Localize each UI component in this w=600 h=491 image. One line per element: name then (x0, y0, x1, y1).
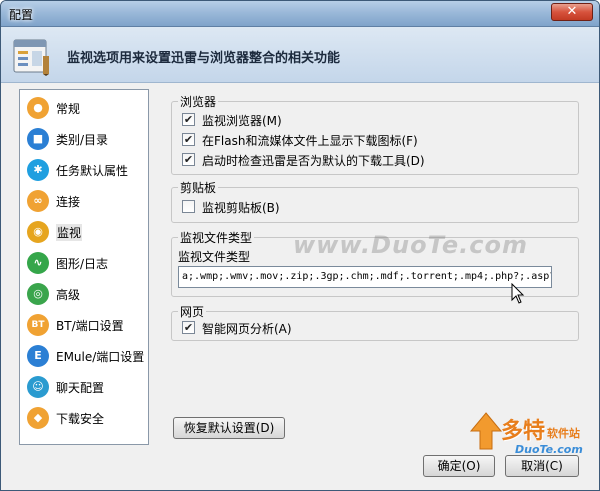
sidebar-item-download-security[interactable]: ◆ 下载安全 (24, 404, 146, 432)
title-bar[interactable]: 配置 ✕ (1, 1, 599, 27)
default-tool-check-checkbox[interactable]: ✔ (182, 153, 195, 166)
flash-download-icon-checkbox[interactable]: ✔ (182, 133, 195, 146)
webpage-group: 网页 ✔ 智能网页分析(A) (171, 303, 579, 341)
logo-url: DuoTe.com (515, 443, 583, 456)
option-label: 监视浏览器(M) (202, 114, 282, 128)
clipboard-group: 剪贴板 监视剪贴板(B) (171, 179, 579, 223)
sidebar-item-label: 任务默认属性 (56, 164, 129, 178)
logo-site: 软件站 (547, 427, 580, 440)
option-label: 智能网页分析(A) (202, 322, 292, 336)
filetype-field-label: 监视文件类型 (178, 250, 251, 264)
emule-icon: E (27, 345, 49, 367)
filetype-input[interactable]: a;.wmp;.wmv;.mov;.zip;.3gp;.chm;.mdf;.to… (178, 266, 552, 288)
option-label: 监视剪贴板(B) (202, 201, 280, 215)
chart-icon: ∿ (27, 252, 49, 274)
window-title: 配置 (9, 8, 34, 22)
sidebar-item-category[interactable]: ■ 类别/目录 (24, 125, 146, 153)
smart-page-analysis-checkbox[interactable]: ✔ (182, 321, 195, 334)
sidebar-item-label: 常规 (56, 102, 81, 116)
sidebar-item-general[interactable]: ● 常规 (24, 94, 146, 122)
sidebar-item-label: 下载安全 (56, 412, 105, 426)
person-icon: ● (27, 97, 49, 119)
mouse-cursor-icon (511, 283, 525, 304)
sidebar-item-graph-log[interactable]: ∿ 图形/日志 (24, 249, 146, 277)
browser-group: 浏览器 ✔ 监视浏览器(M) ✔ 在Flash和流媒体文件上显示下载图标(F) … (171, 93, 579, 175)
sidebar-item-label: EMule/端口设置 (56, 350, 145, 364)
header-description: 监视选项用来设置迅雷与浏览器整合的相关功能 (67, 51, 341, 66)
group-title: 浏览器 (178, 93, 219, 110)
logo-arrow-icon (469, 412, 503, 450)
option-label: 在Flash和流媒体文件上显示下载图标(F) (202, 134, 418, 148)
sidebar-item-bt-port[interactable]: BT BT/端口设置 (24, 311, 146, 339)
advanced-icon: ◎ (27, 283, 49, 305)
monitor-icon: ◉ (27, 221, 49, 243)
sidebar-item-emule-port[interactable]: E EMule/端口设置 (24, 342, 146, 370)
group-title: 网页 (178, 303, 207, 320)
header-band: 监视选项用来设置迅雷与浏览器整合的相关功能 (1, 27, 599, 83)
close-button[interactable]: ✕ (551, 3, 593, 21)
gear-icon: ✱ (27, 159, 49, 181)
sidebar-item-connection[interactable]: ∞ 连接 (24, 187, 146, 215)
sidebar-item-monitor[interactable]: ◉ 监视 (24, 218, 146, 246)
sidebar-item-label: 监视 (56, 224, 83, 241)
group-title: 剪贴板 (178, 179, 219, 196)
group-title: 监视文件类型 (178, 229, 255, 246)
sidebar-item-label: 图形/日志 (56, 257, 109, 271)
sidebar-item-label: 高级 (56, 288, 81, 302)
sidebar-item-advanced[interactable]: ◎ 高级 (24, 280, 146, 308)
sidebar-item-label: 聊天配置 (56, 381, 105, 395)
site-logo: 多特 软件站 DuoTe.com (463, 409, 595, 485)
config-dialog: 配置 ✕ 监视选项用来设置迅雷与浏览器整合的相关功能 ● 常规 ■ 类别/目录 … (0, 0, 600, 491)
monitor-browser-checkbox[interactable]: ✔ (182, 113, 195, 126)
settings-panel-icon (13, 39, 49, 76)
sidebar-item-chat[interactable]: ☺ 聊天配置 (24, 373, 146, 401)
category-sidebar: ● 常规 ■ 类别/目录 ✱ 任务默认属性 ∞ 连接 ◉ 监视 ∿ 图形/日志 … (19, 89, 149, 445)
folder-icon: ■ (27, 128, 49, 150)
watermark-text: www.DuoTe.com (293, 231, 528, 259)
sidebar-item-label: 类别/目录 (56, 133, 109, 147)
sidebar-item-task-defaults[interactable]: ✱ 任务默认属性 (24, 156, 146, 184)
logo-name: 多特 (501, 419, 546, 444)
chat-icon: ☺ (27, 376, 49, 398)
bt-icon: BT (27, 314, 49, 336)
shield-icon: ◆ (27, 407, 49, 429)
option-label: 启动时检查迅雷是否为默认的下载工具(D) (202, 154, 425, 168)
connection-icon: ∞ (27, 190, 49, 212)
sidebar-item-label: 连接 (56, 195, 81, 209)
restore-defaults-button[interactable]: 恢复默认设置(D) (173, 417, 285, 439)
settings-panel: 浏览器 ✔ 监视浏览器(M) ✔ 在Flash和流媒体文件上显示下载图标(F) … (161, 89, 589, 445)
sidebar-item-label: BT/端口设置 (56, 319, 124, 333)
monitor-clipboard-checkbox[interactable] (182, 200, 195, 213)
